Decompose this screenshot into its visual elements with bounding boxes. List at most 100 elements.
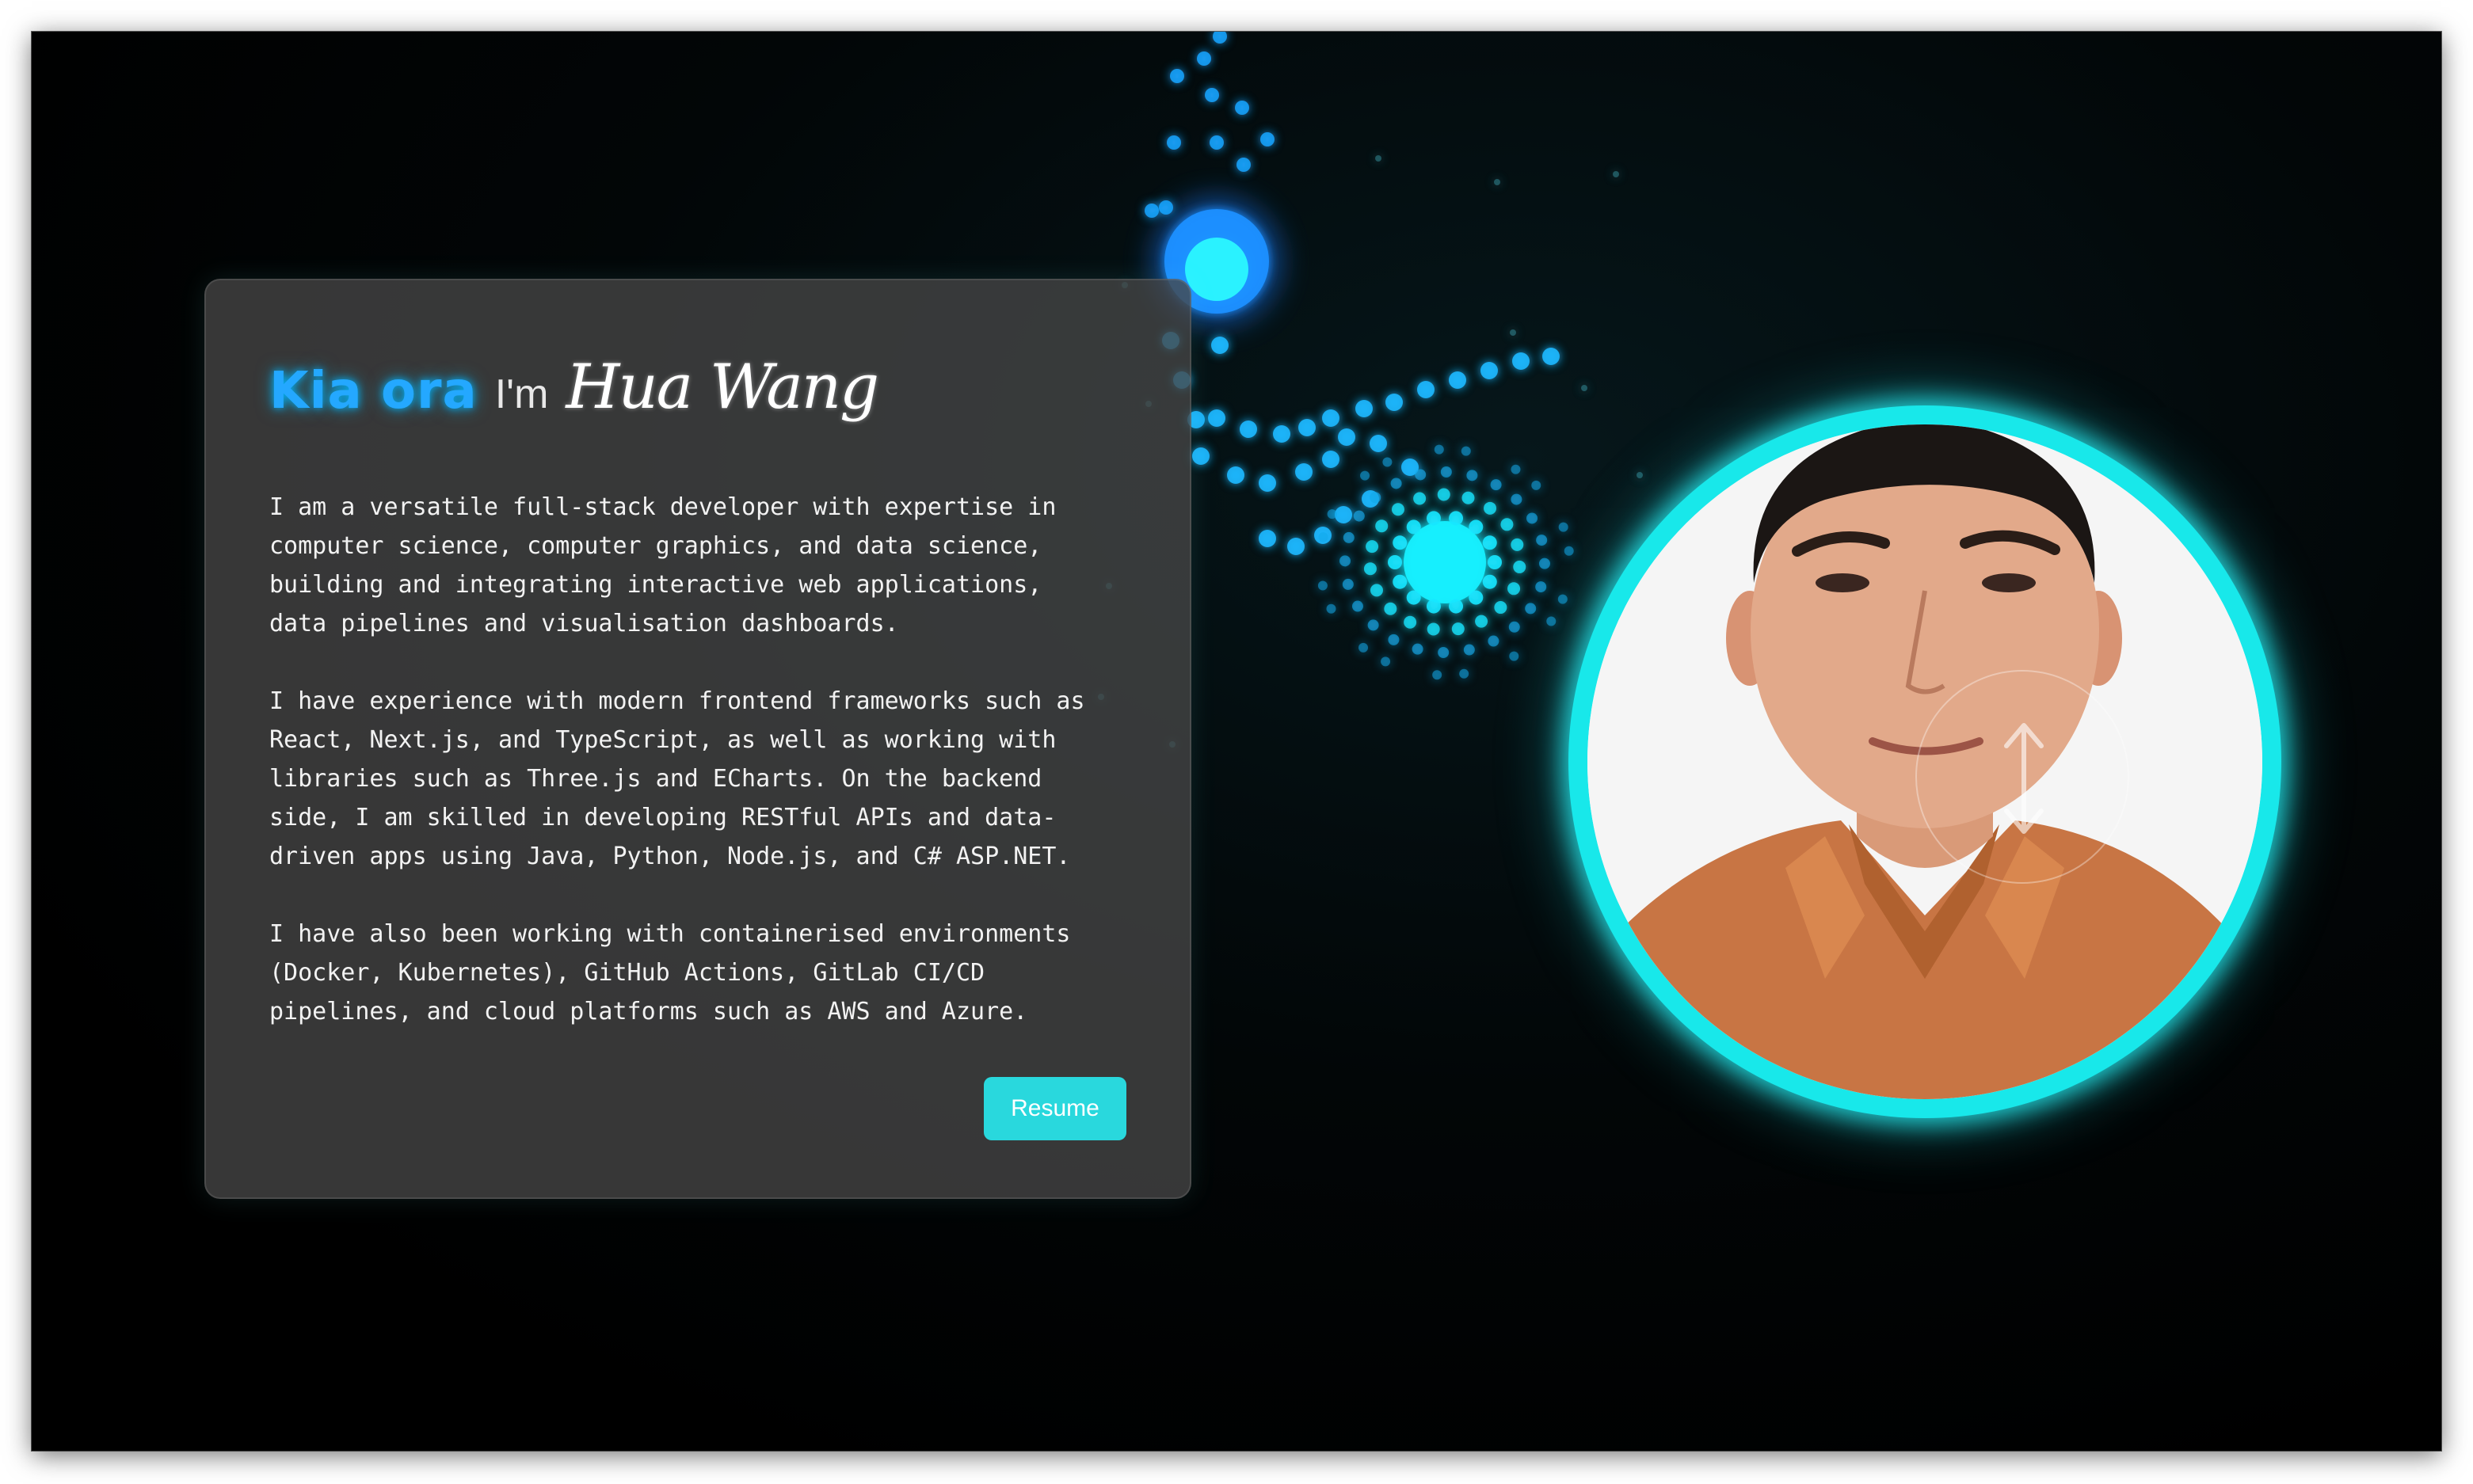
bio-text: I am a versatile full-stack developer wi… [269, 488, 1141, 1070]
particle [1488, 635, 1499, 647]
particle [1637, 472, 1643, 478]
particle [1145, 204, 1159, 218]
particle [1449, 371, 1466, 389]
particle [1388, 555, 1402, 569]
particle [1511, 493, 1522, 505]
particle [1259, 530, 1276, 547]
particle [1406, 590, 1421, 605]
particle [1526, 512, 1538, 524]
particle [1287, 538, 1305, 555]
particle [1322, 409, 1339, 427]
particle [1227, 466, 1244, 484]
greeting-name: Hua Wang [566, 352, 879, 423]
particle [1404, 615, 1417, 629]
particle [1208, 409, 1225, 427]
particle [1558, 522, 1568, 532]
particle [1451, 622, 1465, 636]
particle [1213, 32, 1227, 44]
particle [1317, 580, 1328, 591]
particle [1240, 420, 1257, 438]
particle [1463, 644, 1475, 656]
particle [1259, 474, 1276, 492]
particle [1494, 601, 1507, 615]
particle [1335, 506, 1352, 523]
particle [1353, 510, 1365, 522]
particle [1500, 518, 1514, 531]
particle [1211, 337, 1229, 354]
particle [1413, 492, 1427, 505]
greeting-hello: Kia ora [269, 362, 478, 420]
particle [1469, 590, 1484, 605]
resize-handle[interactable] [1915, 670, 2129, 884]
particle [1381, 656, 1391, 667]
particle [1461, 446, 1471, 456]
particle [1449, 511, 1464, 526]
particle [1375, 519, 1389, 533]
particle [1511, 464, 1521, 474]
particle [1367, 619, 1379, 631]
resume-button[interactable]: Resume [984, 1077, 1126, 1140]
particle [1542, 348, 1560, 365]
particle [1393, 574, 1408, 589]
particle [1385, 394, 1403, 411]
particle [1488, 555, 1502, 569]
particle [1510, 329, 1516, 336]
particle [1197, 51, 1211, 66]
particle [1440, 466, 1452, 478]
particle [1318, 532, 1328, 542]
particle [1370, 435, 1387, 452]
vertical-resize-arrows-icon [2004, 723, 2044, 834]
particle [1469, 519, 1484, 535]
particle [1494, 179, 1500, 185]
particle [1355, 400, 1373, 417]
particle [1432, 670, 1442, 680]
particle [1509, 651, 1519, 661]
particle [1459, 668, 1469, 679]
particle [1363, 562, 1377, 576]
particle [1513, 560, 1526, 573]
particle [1185, 238, 1248, 301]
particle [1426, 599, 1441, 614]
particle [1412, 643, 1423, 655]
particle [1581, 385, 1587, 391]
particle [1343, 531, 1355, 543]
particle [1415, 469, 1427, 481]
particle [1461, 491, 1475, 504]
particle [1170, 69, 1184, 83]
greeting-intro: I'm [494, 371, 549, 417]
particle [1339, 555, 1351, 567]
particle [1536, 535, 1548, 546]
particle [1393, 535, 1408, 550]
particle [1512, 352, 1530, 370]
particle [1167, 135, 1181, 150]
particle [1210, 135, 1224, 150]
particle [1480, 362, 1498, 379]
particle [1564, 546, 1574, 556]
particle [1235, 101, 1249, 115]
particle [1370, 492, 1381, 504]
particle [1417, 381, 1435, 398]
particle [1484, 501, 1497, 515]
particle [1358, 642, 1369, 653]
intro-card: Kia ora I'm Hua Wang I am a versatile full… [204, 279, 1191, 1199]
particle [1375, 155, 1381, 162]
particle [1388, 634, 1400, 645]
bio-paragraph: I have experience with modern frontend f… [269, 687, 1085, 870]
particle [1426, 511, 1441, 526]
particle [1466, 470, 1478, 481]
particle [1535, 581, 1547, 593]
particle [1427, 622, 1440, 636]
particle [1236, 158, 1251, 172]
particle [1531, 480, 1541, 490]
particle [1438, 646, 1450, 658]
particle [1557, 594, 1568, 604]
particle [1338, 428, 1355, 446]
particle [1390, 478, 1402, 489]
particle [1475, 615, 1488, 628]
particle [1298, 419, 1316, 436]
bio-paragraph: I am a versatile full-stack developer wi… [269, 493, 1057, 637]
particle [1546, 616, 1557, 626]
particle [1382, 457, 1393, 467]
particle [1437, 488, 1450, 501]
particle [1482, 535, 1497, 550]
